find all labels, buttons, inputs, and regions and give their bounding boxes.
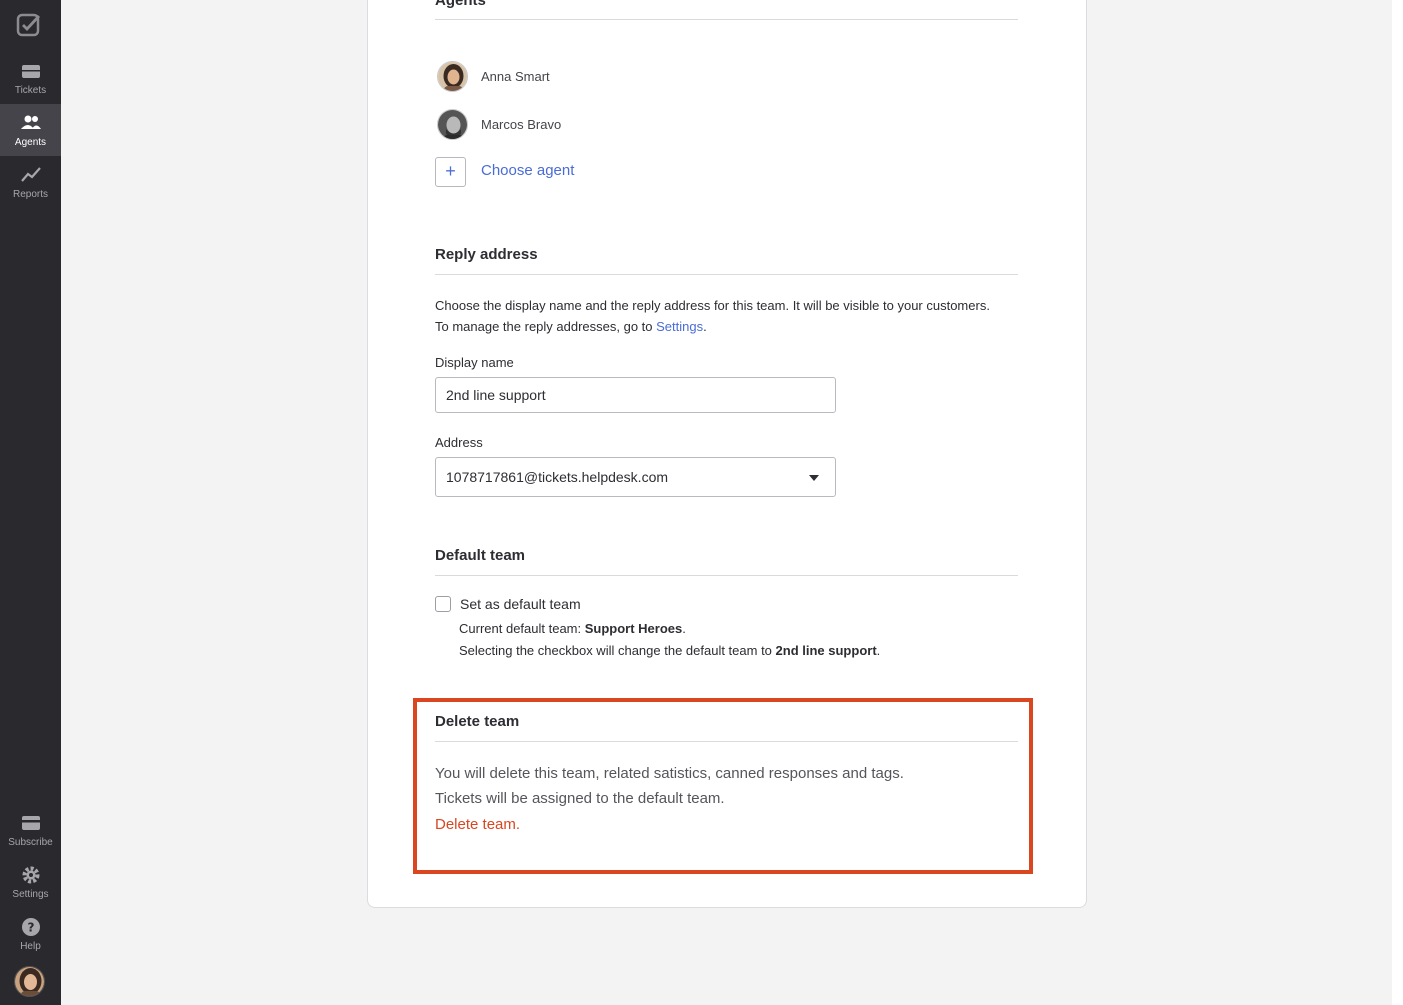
hint-text: Selecting the checkbox will change the d… [459,643,776,658]
default-team-checkbox-label[interactable]: Set as default team [460,596,581,612]
user-avatar[interactable] [14,966,45,997]
current-team-name: Support Heroes [584,621,683,636]
description-line: Choose the display name and the reply ad… [435,298,990,313]
new-team-name: 2nd line support [775,643,877,658]
divider [435,274,1018,275]
description-text: . [703,319,707,334]
sidebar-item-label: Agents [14,137,47,148]
ticket-icon [21,65,40,78]
edge-strip [1392,0,1403,1005]
sidebar-item-settings[interactable]: Settings [0,856,61,908]
display-name-input[interactable] [435,377,836,413]
avatar [437,60,468,92]
agent-name: Marcos Bravo [481,116,562,132]
sidebar-item-label: Help [20,941,41,952]
sidebar: Tickets Agents Reports Subscribe Setting… [0,0,61,1005]
gear-icon [22,866,39,884]
sidebar-item-agents[interactable]: Agents [0,104,61,156]
sidebar-item-subscribe[interactable]: Subscribe [0,804,61,856]
display-name-label: Display name [435,355,514,370]
caret-down-icon [809,475,819,481]
credit-card-icon [21,816,40,830]
sidebar-item-help[interactable]: ? Help [0,908,61,960]
default-team-title: Default team [435,547,526,564]
change-default-team-hint: Selecting the checkbox will change the d… [459,643,880,658]
agent-item: Anna Smart [437,60,550,92]
svg-text:?: ? [27,921,34,935]
sidebar-item-reports[interactable]: Reports [0,156,61,208]
settings-link[interactable]: Settings [656,319,703,334]
reply-address-title: Reply address [435,246,538,263]
choose-agent-link[interactable]: Choose agent [481,162,574,179]
description-line: To manage the reply addresses, go to Set… [435,316,990,337]
description-text: To manage the reply addresses, go to [435,319,657,334]
address-select[interactable]: 1078717861@tickets.helpdesk.com [435,457,836,497]
divider [435,575,1018,576]
divider [435,19,1018,20]
sidebar-item-label: Reports [12,189,48,200]
checkbox-logo-icon[interactable] [16,13,42,39]
agents-section-title: Agents [435,0,486,9]
sidebar-item-tickets[interactable]: Tickets [0,52,61,104]
add-agent-button[interactable]: + [435,157,466,187]
address-value: 1078717861@tickets.helpdesk.com [446,469,669,485]
chart-line-icon [20,167,41,182]
hint-text: Current default team: [459,621,585,636]
users-icon [20,115,41,129]
default-team-checkbox[interactable] [435,596,451,612]
current-default-team-hint: Current default team: Support Heroes. [459,621,686,636]
sidebar-item-label: Tickets [14,85,47,96]
help-icon: ? [21,918,40,936]
agent-item: Marcos Bravo [437,108,561,140]
agent-name: Anna Smart [481,68,550,84]
sidebar-item-label: Subscribe [8,837,53,848]
highlight-box [413,698,1033,874]
avatar [437,108,468,140]
hint-text: . [876,643,881,658]
address-label: Address [435,435,483,450]
sidebar-item-label: Settings [12,889,49,900]
hint-text: . [682,621,686,636]
reply-address-description: Choose the display name and the reply ad… [435,295,990,337]
